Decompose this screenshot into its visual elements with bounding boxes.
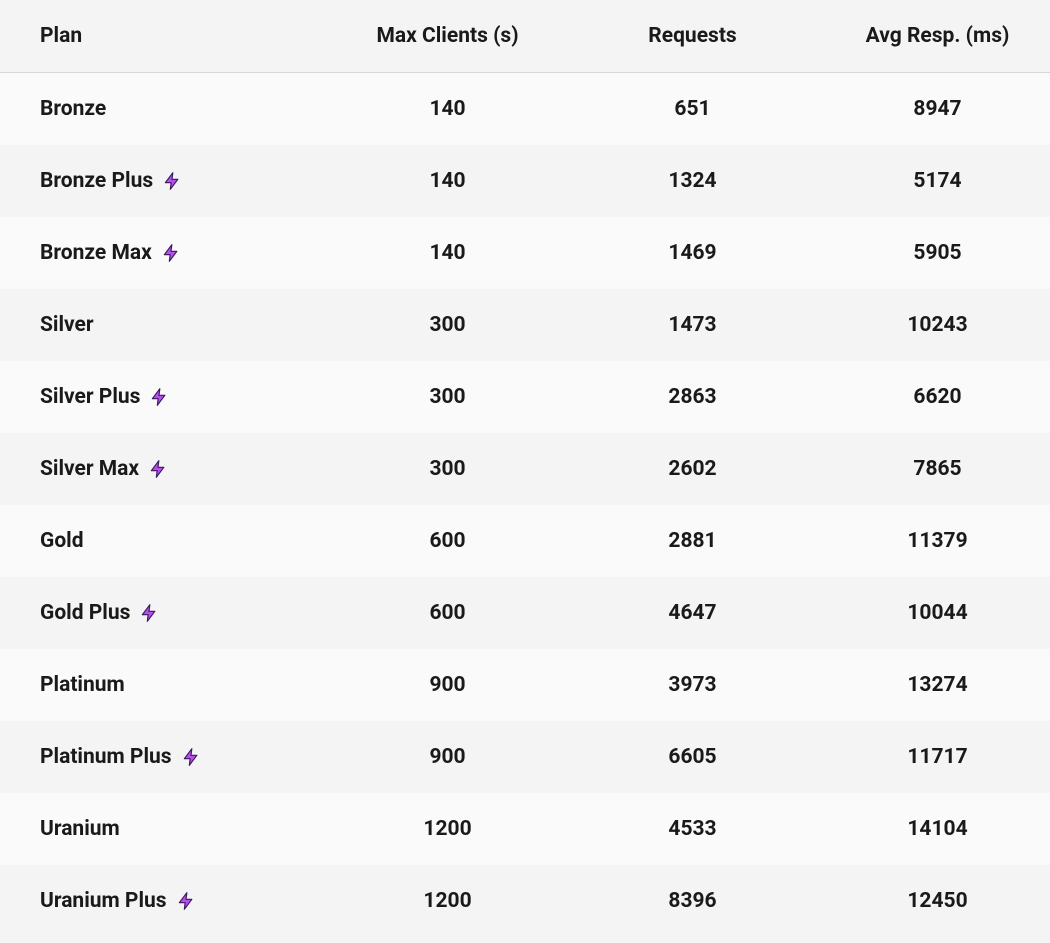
cell-avg-resp: 7865 <box>805 433 1050 505</box>
cell-max-clients: 900 <box>315 649 560 721</box>
plan-label: Silver <box>40 313 94 337</box>
cell-requests: 651 <box>560 73 805 146</box>
plan-label: Bronze <box>40 97 106 121</box>
plan-label: Bronze Plus <box>40 169 153 193</box>
cell-plan: Gold Plus <box>0 577 315 649</box>
table-row: Gold 600288111379 <box>0 505 1050 577</box>
lightning-bolt-icon <box>175 890 197 912</box>
cell-max-clients: 140 <box>315 73 560 146</box>
lightning-bolt-icon <box>180 746 202 768</box>
cell-plan: Gold <box>0 505 315 577</box>
table-row: Bronze Max 14014695905 <box>0 217 1050 289</box>
lightning-bolt-icon <box>138 602 160 624</box>
cell-max-clients: 300 <box>315 433 560 505</box>
cell-avg-resp: 13274 <box>805 649 1050 721</box>
table-row: Bronze 1406518947 <box>0 73 1050 146</box>
cell-requests: 2602 <box>560 433 805 505</box>
cell-max-clients: 900 <box>315 721 560 793</box>
cell-plan: Platinum <box>0 649 315 721</box>
plan-label: Uranium Plus <box>40 889 167 913</box>
plan-label: Bronze Max <box>40 241 152 265</box>
cell-avg-resp: 10044 <box>805 577 1050 649</box>
table-row: Uranium 1200453314104 <box>0 793 1050 865</box>
cell-requests: 8396 <box>560 865 805 937</box>
cell-max-clients: 600 <box>315 577 560 649</box>
plan-label: Gold Plus <box>40 601 130 625</box>
cell-max-clients: 1200 <box>315 793 560 865</box>
plans-table: Plan Max Clients (s) Requests Avg Resp. … <box>0 0 1050 937</box>
cell-avg-resp: 14104 <box>805 793 1050 865</box>
cell-avg-resp: 8947 <box>805 73 1050 146</box>
table-row: Silver Max 30026027865 <box>0 433 1050 505</box>
cell-avg-resp: 11717 <box>805 721 1050 793</box>
col-header-requests: Requests <box>560 0 805 73</box>
lightning-bolt-icon <box>148 386 170 408</box>
cell-requests: 1469 <box>560 217 805 289</box>
cell-plan: Silver Plus <box>0 361 315 433</box>
cell-requests: 1473 <box>560 289 805 361</box>
lightning-bolt-icon <box>161 170 183 192</box>
table-row: Platinum Plus 900660511717 <box>0 721 1050 793</box>
cell-plan: Bronze Max <box>0 217 315 289</box>
cell-plan: Bronze <box>0 73 315 146</box>
cell-requests: 2863 <box>560 361 805 433</box>
cell-avg-resp: 6620 <box>805 361 1050 433</box>
plan-label: Gold <box>40 529 84 553</box>
cell-max-clients: 300 <box>315 361 560 433</box>
cell-requests: 3973 <box>560 649 805 721</box>
cell-plan: Silver Max <box>0 433 315 505</box>
table-row: Silver 300147310243 <box>0 289 1050 361</box>
cell-avg-resp: 10243 <box>805 289 1050 361</box>
cell-max-clients: 140 <box>315 217 560 289</box>
cell-plan: Platinum Plus <box>0 721 315 793</box>
cell-max-clients: 1200 <box>315 865 560 937</box>
cell-avg-resp: 11379 <box>805 505 1050 577</box>
cell-requests: 4647 <box>560 577 805 649</box>
lightning-bolt-icon <box>147 458 169 480</box>
cell-max-clients: 600 <box>315 505 560 577</box>
cell-requests: 6605 <box>560 721 805 793</box>
plan-label: Silver Plus <box>40 385 140 409</box>
cell-requests: 4533 <box>560 793 805 865</box>
cell-plan: Bronze Plus <box>0 145 315 217</box>
table-row: Uranium Plus 1200839612450 <box>0 865 1050 937</box>
cell-avg-resp: 5174 <box>805 145 1050 217</box>
table-row: Platinum 900397313274 <box>0 649 1050 721</box>
plan-label: Silver Max <box>40 457 139 481</box>
col-header-plan: Plan <box>0 0 315 73</box>
cell-max-clients: 140 <box>315 145 560 217</box>
col-header-avg-resp: Avg Resp. (ms) <box>805 0 1050 73</box>
table-row: Bronze Plus 14013245174 <box>0 145 1050 217</box>
cell-avg-resp: 5905 <box>805 217 1050 289</box>
plan-label: Uranium <box>40 817 120 841</box>
plan-label: Platinum <box>40 673 125 697</box>
cell-plan: Uranium Plus <box>0 865 315 937</box>
cell-avg-resp: 12450 <box>805 865 1050 937</box>
cell-plan: Silver <box>0 289 315 361</box>
cell-max-clients: 300 <box>315 289 560 361</box>
lightning-bolt-icon <box>160 242 182 264</box>
cell-plan: Uranium <box>0 793 315 865</box>
table-row: Gold Plus 600464710044 <box>0 577 1050 649</box>
cell-requests: 1324 <box>560 145 805 217</box>
cell-requests: 2881 <box>560 505 805 577</box>
plan-label: Platinum Plus <box>40 745 172 769</box>
table-header-row: Plan Max Clients (s) Requests Avg Resp. … <box>0 0 1050 73</box>
table-row: Silver Plus 30028636620 <box>0 361 1050 433</box>
col-header-max-clients: Max Clients (s) <box>315 0 560 73</box>
